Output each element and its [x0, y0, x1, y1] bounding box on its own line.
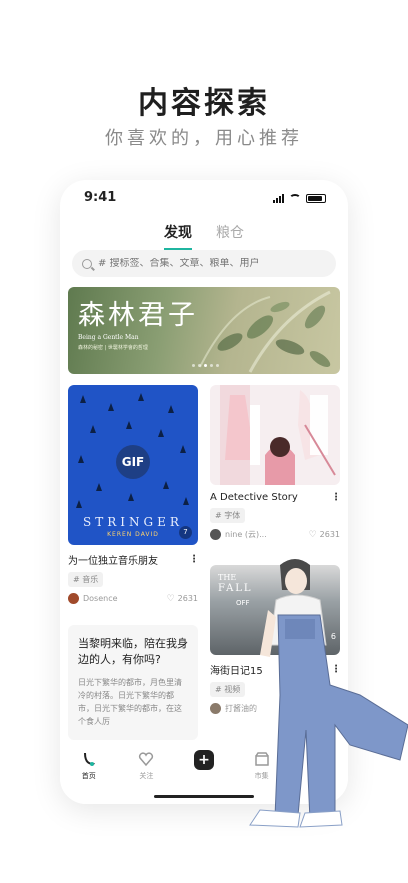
like-button[interactable]: ♡ 2631: [167, 594, 198, 604]
home-icon: [80, 750, 98, 768]
tab-discover[interactable]: 发现: [164, 222, 192, 250]
banner-subtitle-cn: 森林的秘密 | 世襲林学會的哲理: [78, 345, 148, 351]
tab-label: 关注: [139, 772, 154, 780]
tab-granary[interactable]: 粮仓: [216, 222, 244, 250]
carousel-dot[interactable]: [210, 364, 213, 367]
signal-icon: [273, 194, 284, 203]
promo-subline: 你喜欢的，用心推荐: [105, 128, 303, 149]
fashion-illustration: [220, 385, 336, 485]
tree-shape: [128, 493, 134, 501]
carousel-dots[interactable]: [192, 364, 219, 367]
heart-icon: [137, 750, 155, 768]
carousel-dot-active[interactable]: [204, 364, 207, 367]
leaves-illustration: [199, 290, 331, 373]
card-title[interactable]: 为一位独立音乐朋友: [68, 552, 158, 567]
tree-shape: [158, 429, 164, 437]
search-bar[interactable]: [72, 250, 336, 277]
tab-label: 首页: [81, 772, 96, 780]
tree-shape: [78, 455, 84, 463]
tree-shape: [168, 405, 174, 413]
heart-icon: ♡: [308, 529, 317, 540]
home-indicator: [154, 795, 254, 798]
top-tabs: 发现 粮仓: [60, 222, 348, 250]
cover-title: STRINGER: [83, 515, 183, 529]
author-name: Dosence: [83, 594, 118, 603]
featured-banner[interactable]: 森林君子 Being a Gentle Man 森林的秘密 | 世襲林学會的哲理: [68, 287, 340, 374]
tree-shape: [96, 483, 102, 491]
plus-icon[interactable]: +: [193, 750, 214, 770]
detective-cover-image[interactable]: [210, 385, 340, 485]
post-card-stranger[interactable]: GIF STRINGER KEREN DAVID 7 为一位独立音乐朋友 ⋮ #…: [68, 385, 199, 604]
text-post-body: 日光下繁华的都市，月色里清冷的村落。日光下繁华的都市，日光下繁华的都市，在这个食…: [78, 678, 182, 726]
gif-badge: GIF: [116, 445, 150, 479]
post-card-detective[interactable]: A Detective Story ⋮ # 字体 nine (云)... ♡ 2…: [210, 385, 341, 540]
tree-shape: [90, 425, 96, 433]
text-post-card[interactable]: 当黎明来临，陪在我身边的人，有你吗? 日光下繁华的都市，月色里清冷的村落。日光下…: [68, 625, 198, 740]
like-button[interactable]: ♡ 2631: [309, 530, 340, 540]
tab-home[interactable]: 首页: [65, 750, 113, 804]
author[interactable]: Dosence: [68, 593, 118, 604]
wifi-icon: [289, 194, 301, 203]
more-icon[interactable]: ⋮: [331, 492, 341, 503]
stranger-cover-image[interactable]: GIF STRINGER KEREN DAVID 7: [68, 385, 198, 545]
tree-shape: [108, 403, 114, 411]
tag-pill[interactable]: # 音乐: [68, 572, 104, 587]
tree-shape: [163, 481, 169, 489]
like-count: 2631: [319, 530, 340, 539]
tree-shape: [76, 500, 82, 508]
carousel-dot[interactable]: [198, 364, 201, 367]
tree-shape: [180, 445, 186, 453]
author-name: nine (云)...: [225, 530, 267, 539]
banner-title: 森林君子: [78, 300, 198, 331]
carousel-dot[interactable]: [216, 364, 219, 367]
more-icon[interactable]: ⋮: [189, 554, 199, 565]
battery-icon: [306, 194, 326, 203]
girl-illustration: [249, 559, 408, 828]
tree-shape: [126, 421, 132, 429]
image-count-badge: 7: [179, 526, 192, 539]
cover-text: THE: [218, 573, 237, 582]
like-count: 2631: [177, 594, 198, 603]
text-post-title: 当黎明来临，陪在我身边的人，有你吗?: [78, 637, 188, 666]
author[interactable]: nine (云)...: [210, 529, 267, 540]
tree-shape: [138, 393, 144, 401]
card-title[interactable]: A Detective Story: [210, 492, 298, 503]
avatar: [210, 529, 221, 540]
tag-pill[interactable]: # 字体: [210, 508, 246, 523]
status-bar: 9:41: [60, 190, 348, 210]
promo-headline: 内容探索: [138, 86, 270, 121]
search-icon: [82, 258, 92, 269]
heart-icon: ♡: [166, 593, 175, 604]
avatar: [68, 593, 79, 604]
carousel-dot[interactable]: [192, 364, 195, 367]
status-time: 9:41: [84, 190, 117, 205]
banner-subtitle-en: Being a Gentle Man: [78, 334, 139, 341]
search-input[interactable]: [98, 258, 318, 269]
tree-shape: [183, 497, 189, 505]
tree-shape: [80, 395, 86, 403]
avatar: [210, 703, 221, 714]
